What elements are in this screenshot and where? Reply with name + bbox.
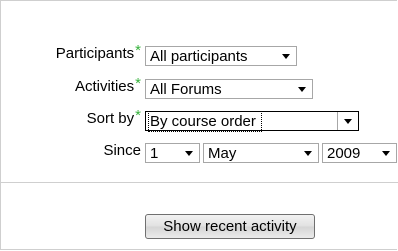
since-month-value: May [208, 144, 237, 162]
activities-label: Activities* [74, 75, 141, 95]
activities-select-value: All Forums [150, 80, 222, 98]
form-divider [1, 182, 398, 183]
activity-filter-form: Participants* All participants Activitie… [0, 0, 398, 250]
chevron-down-icon [282, 54, 290, 59]
required-marker: * [135, 42, 141, 59]
dropdown-button[interactable] [337, 112, 358, 130]
sort-by-select-value: By course order [148, 110, 262, 132]
sort-by-label: Sort by* [86, 107, 141, 127]
participants-label: Participants* [55, 42, 141, 62]
since-year-value: 2009 [327, 144, 361, 162]
since-month-select[interactable]: May [203, 143, 319, 163]
required-marker: * [135, 107, 141, 124]
required-marker: * [135, 75, 141, 92]
show-recent-activity-button[interactable]: Show recent activity [145, 214, 315, 239]
chevron-down-icon [304, 151, 312, 156]
since-day-value: 1 [150, 144, 159, 162]
participants-select[interactable]: All participants [145, 46, 297, 66]
chevron-down-icon [298, 87, 306, 92]
activities-select[interactable]: All Forums [145, 79, 313, 99]
since-year-select[interactable]: 2009 [322, 143, 397, 163]
participants-select-value: All participants [150, 47, 248, 65]
since-label: Since [103, 142, 141, 159]
sort-by-select[interactable]: By course order [145, 110, 359, 132]
chevron-down-icon [344, 118, 352, 124]
chevron-down-icon [382, 151, 390, 156]
chevron-down-icon [185, 151, 193, 156]
since-day-select[interactable]: 1 [145, 143, 200, 163]
